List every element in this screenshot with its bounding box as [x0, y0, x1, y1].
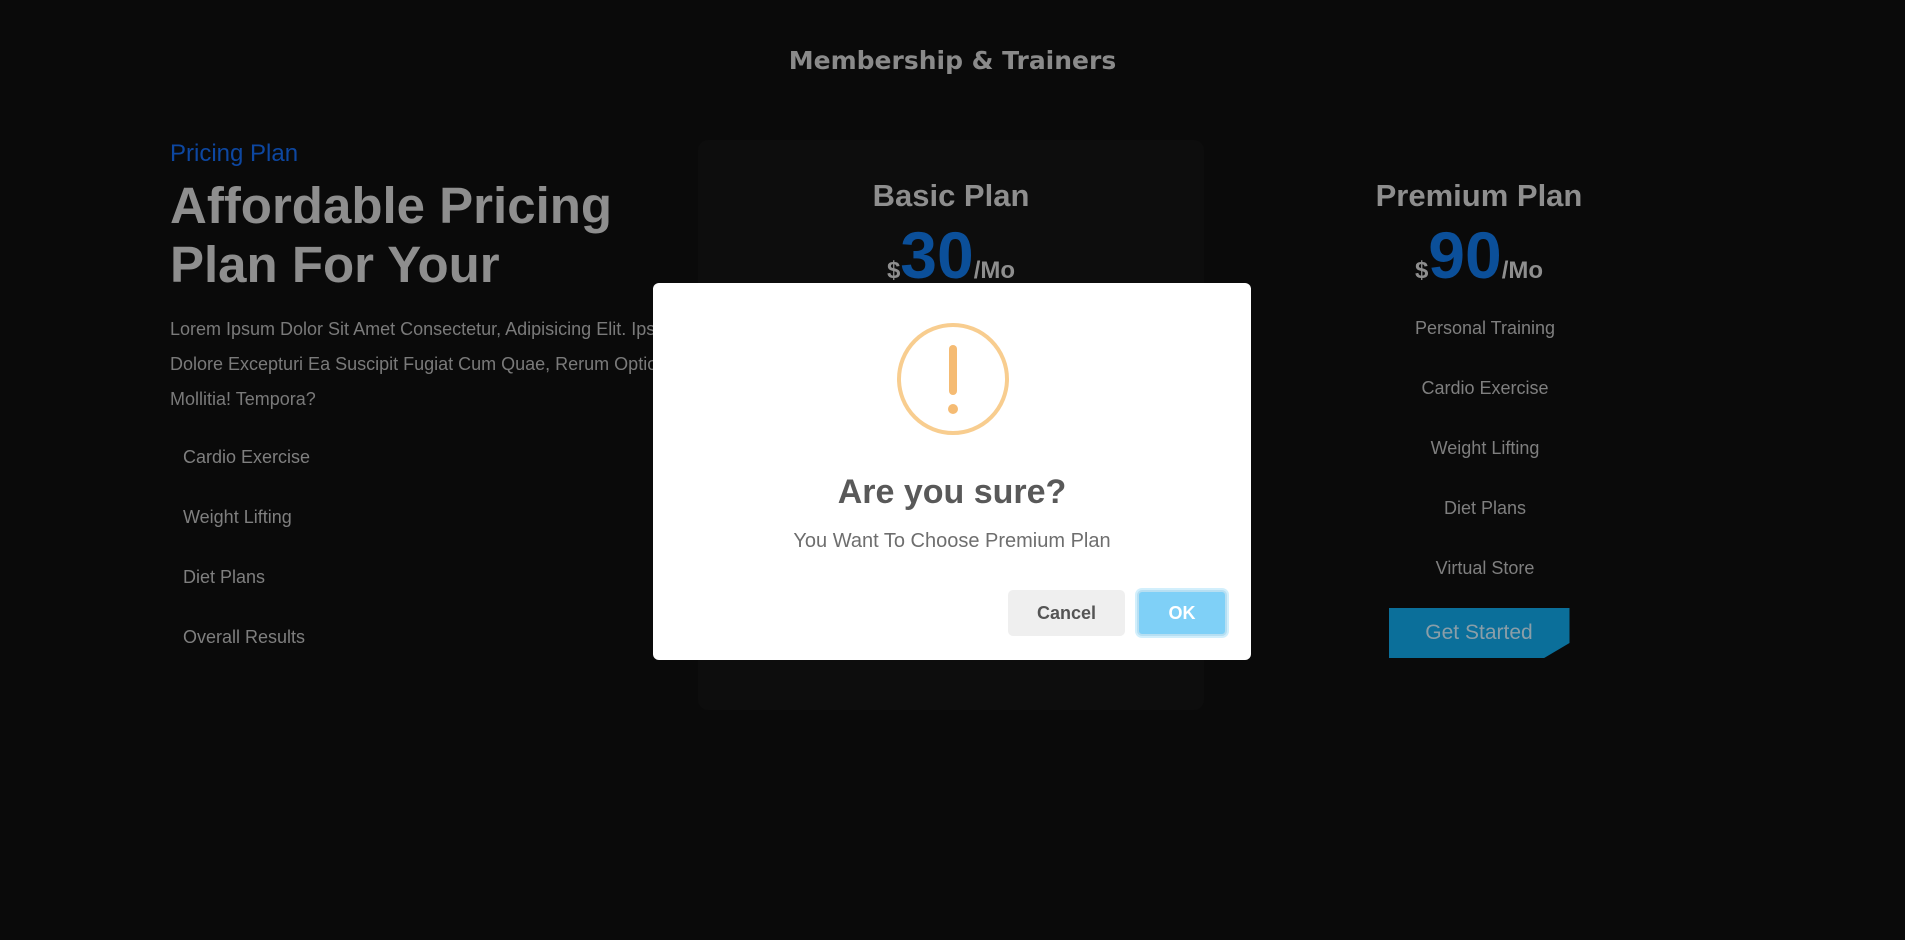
- warning-icon: [897, 323, 1009, 435]
- confirm-dialog: Are you sure? You Want To Choose Premium…: [653, 283, 1251, 660]
- cancel-button[interactable]: Cancel: [1008, 590, 1125, 636]
- ok-button[interactable]: OK: [1137, 590, 1227, 636]
- dialog-title: Are you sure?: [837, 473, 1067, 511]
- dialog-text: You Want To Choose Premium Plan: [793, 530, 1111, 552]
- warning-icon-bar: [949, 345, 957, 395]
- warning-icon-dot: [948, 404, 958, 414]
- page: Membership & Trainers Pricing Plan Affor…: [0, 0, 1905, 940]
